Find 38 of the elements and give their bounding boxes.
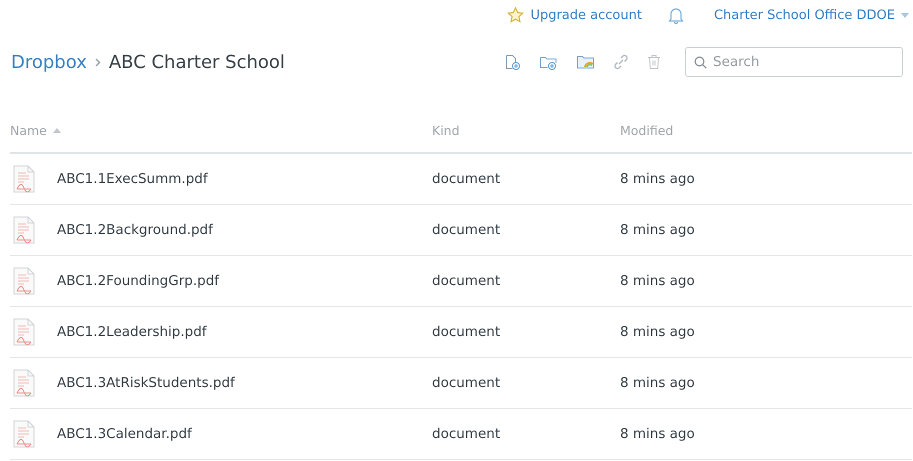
- chevron-icon: [94, 58, 101, 66]
- shared-folder-icon[interactable]: [576, 54, 595, 70]
- file-kind: document: [432, 171, 502, 187]
- pdf-file-icon: [13, 165, 35, 193]
- caret-icon: [901, 12, 909, 18]
- pdf-file-icon: [13, 216, 35, 244]
- sort-arrow-icon[interactable]: [52, 128, 61, 133]
- upgrade-link[interactable]: Upgrade account: [507, 7, 642, 23]
- pdf-file-icon: [13, 318, 35, 346]
- folder-title: ABC Charter School: [108, 52, 285, 72]
- modified-time: 8 mins ago: [620, 222, 696, 238]
- modified-time: 8 mins ago: [620, 375, 696, 391]
- file-kind: document: [432, 273, 502, 289]
- account-menu[interactable]: Charter School Office DDOE: [714, 8, 909, 22]
- file-kind: document: [432, 324, 502, 340]
- file-kind: document: [432, 222, 502, 238]
- file-kind: document: [432, 426, 502, 442]
- file-name[interactable]: ABC1.3AtRiskStudents.pdf: [57, 375, 235, 391]
- star-icon: [507, 7, 524, 23]
- pdf-file-icon: [13, 267, 35, 295]
- modified-time: 8 mins ago: [620, 426, 696, 442]
- modified-time: 8 mins ago: [620, 324, 696, 340]
- link-icon[interactable]: [613, 54, 629, 70]
- breadcrumb-link[interactable]: Dropbox: [11, 52, 87, 72]
- search-field[interactable]: Search: [685, 47, 903, 77]
- new-file-icon[interactable]: [505, 54, 521, 70]
- modified-time: 8 mins ago: [620, 171, 696, 187]
- file-name[interactable]: ABC1.2FoundingGrp.pdf: [57, 273, 220, 289]
- pdf-file-icon: [13, 369, 35, 397]
- trash-icon[interactable]: [647, 54, 661, 70]
- file-name[interactable]: ABC1.2Leadership.pdf: [57, 324, 207, 340]
- file-kind: document: [432, 375, 502, 391]
- file-name[interactable]: ABC1.2Background.pdf: [57, 222, 213, 238]
- file-name[interactable]: ABC1.1ExecSumm.pdf: [57, 171, 208, 187]
- pdf-file-icon: [13, 420, 35, 448]
- file-name[interactable]: ABC1.3Calendar.pdf: [57, 426, 192, 442]
- modified-time: 8 mins ago: [620, 273, 696, 289]
- bell-icon[interactable]: [668, 6, 684, 24]
